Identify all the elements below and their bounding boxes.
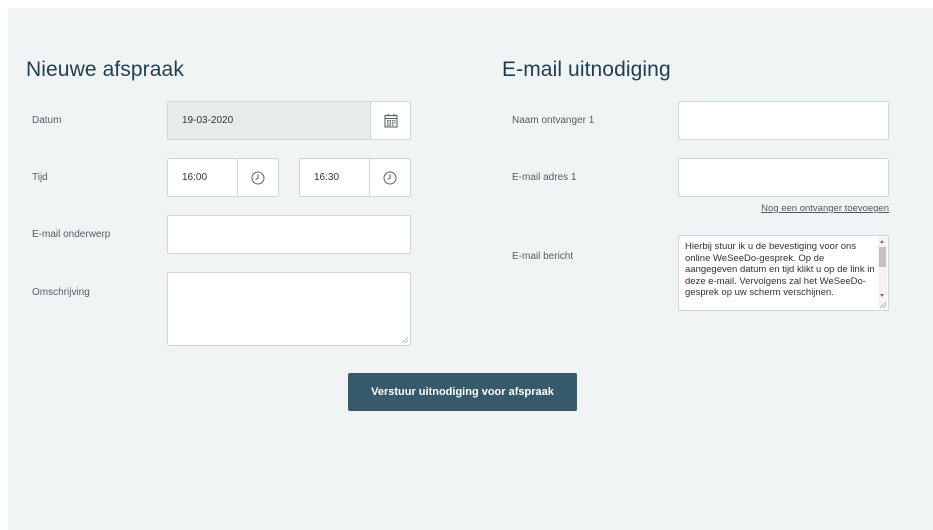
message-scrollbar[interactable] [878,237,887,309]
scroll-up-icon[interactable] [880,240,884,243]
date-value: 19-03-2020 [182,115,234,126]
recipient-name-input[interactable] [678,101,889,140]
recipient-name-label: Naam ontvanger 1 [512,115,595,126]
date-label: Datum [32,115,62,126]
clock-icon [383,171,397,184]
description-textarea[interactable] [167,272,411,346]
subject-input[interactable] [167,215,411,254]
scroll-down-icon[interactable] [880,294,884,297]
invitation-heading: E-mail uitnodiging [502,58,671,81]
start-time-value: 16:00 [182,172,208,183]
end-time-picker-button[interactable] [369,159,410,196]
end-time-value: 16:30 [314,172,340,183]
clock-icon [251,171,265,184]
time-label: Tijd [32,172,48,183]
date-field: 19-03-2020 [167,101,411,140]
add-recipient-link[interactable]: Nog een ontvanger toevoegen [761,203,889,214]
scroll-thumb[interactable] [879,247,886,267]
subject-label: E-mail onderwerp [32,229,111,240]
recipient-email-input[interactable] [678,158,889,197]
description-label: Omschrijving [32,287,90,298]
message-value: Hierbij stuur ik u de bevestiging voor o… [685,241,875,298]
resize-grip-icon[interactable] [401,336,408,343]
send-invitation-button[interactable]: Verstuur uitnodiging voor afspraak [348,373,577,411]
start-time-picker-button[interactable] [237,159,278,196]
resize-grip-icon[interactable] [879,301,886,308]
date-picker-button[interactable] [370,102,410,139]
message-label: E-mail bericht [512,251,574,262]
appointment-heading: Nieuwe afspraak [26,58,184,81]
recipient-email-label: E-mail adres 1 [512,172,577,183]
message-textarea[interactable]: Hierbij stuur ik u de bevestiging voor o… [678,235,889,311]
calendar-icon [383,113,398,128]
start-time-field[interactable]: 16:00 [167,158,279,197]
end-time-field[interactable]: 16:30 [299,158,411,197]
